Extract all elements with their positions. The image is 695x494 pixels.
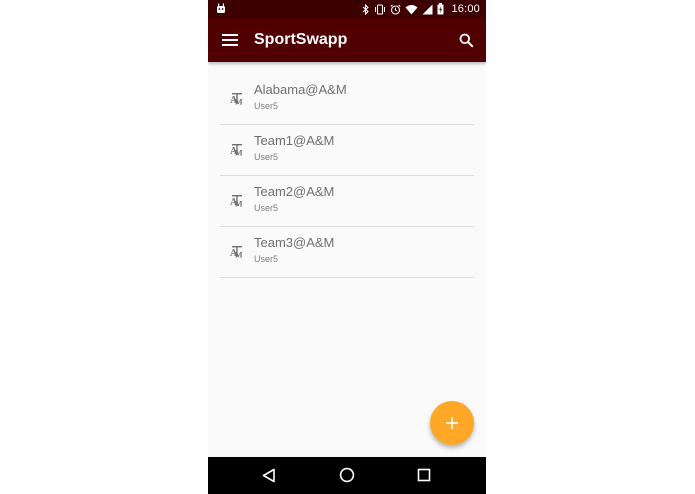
status-icons: 16:00 bbox=[362, 0, 480, 18]
item-subtitle: User5 bbox=[254, 101, 279, 111]
menu-button[interactable] bbox=[220, 30, 240, 50]
plus-icon bbox=[446, 417, 458, 429]
system-nav-bar bbox=[208, 457, 486, 494]
team-list: A M Alabama@A&M User5 A M Team1@A&M User… bbox=[220, 74, 474, 278]
status-time: 16:00 bbox=[451, 3, 480, 15]
status-bar: 16:00 bbox=[208, 0, 486, 18]
atm-logo-icon: A M bbox=[230, 195, 243, 208]
item-subtitle: User5 bbox=[254, 152, 279, 162]
alarm-icon bbox=[390, 3, 402, 15]
list-item[interactable]: A M Team3@A&M User5 bbox=[220, 227, 474, 278]
atm-logo-icon: A M bbox=[230, 144, 243, 157]
home-circle-icon bbox=[339, 467, 355, 483]
list-item[interactable]: A M Team2@A&M User5 bbox=[220, 176, 474, 227]
vibrate-icon bbox=[375, 3, 386, 15]
app-title: SportSwapp bbox=[254, 31, 348, 48]
item-subtitle: User5 bbox=[254, 254, 279, 264]
phone-screen: 16:00 SportSwapp A M Alabama@A&M User5 A… bbox=[208, 0, 486, 494]
add-fab-button[interactable] bbox=[430, 401, 474, 445]
item-title: Team3@A&M bbox=[254, 235, 335, 250]
battery-icon bbox=[437, 3, 444, 15]
nav-back-button[interactable] bbox=[260, 466, 278, 484]
hamburger-menu-icon bbox=[222, 34, 238, 46]
app-bar: SportSwapp bbox=[208, 18, 486, 62]
back-triangle-icon bbox=[262, 468, 275, 482]
bluetooth-icon bbox=[363, 3, 370, 15]
search-button[interactable] bbox=[456, 30, 476, 50]
item-subtitle: User5 bbox=[254, 203, 279, 213]
item-title: Team1@A&M bbox=[254, 133, 335, 148]
atm-logo-icon: A M bbox=[230, 246, 243, 259]
nav-home-button[interactable] bbox=[338, 466, 356, 484]
svg-text:M: M bbox=[235, 149, 243, 157]
item-title: Alabama@A&M bbox=[254, 82, 347, 97]
list-item[interactable]: A M Alabama@A&M User5 bbox=[220, 74, 474, 125]
recents-square-icon bbox=[417, 468, 431, 482]
item-title: Team2@A&M bbox=[254, 184, 335, 199]
svg-text:M: M bbox=[235, 200, 243, 208]
search-icon bbox=[459, 33, 474, 48]
android-notification-icon bbox=[217, 3, 225, 13]
nav-recents-button[interactable] bbox=[415, 466, 433, 484]
svg-text:M: M bbox=[235, 251, 243, 259]
wifi-icon bbox=[405, 4, 418, 14]
svg-text:M: M bbox=[235, 98, 243, 106]
atm-logo-icon: A M bbox=[230, 93, 243, 106]
signal-icon bbox=[422, 4, 433, 14]
list-item[interactable]: A M Team1@A&M User5 bbox=[220, 125, 474, 176]
